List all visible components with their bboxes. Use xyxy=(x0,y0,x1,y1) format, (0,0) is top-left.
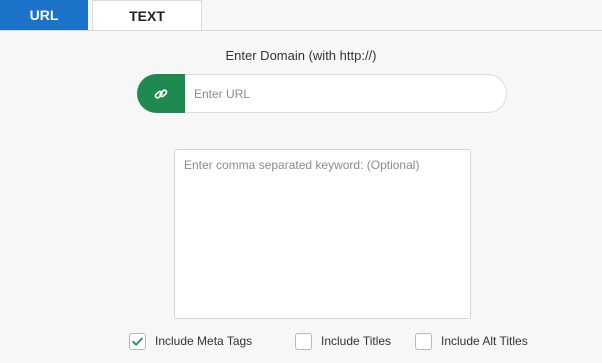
include-alt-titles-label: Include Alt Titles xyxy=(441,334,528,348)
include-meta-tags-checkbox[interactable] xyxy=(129,332,146,350)
url-link-button[interactable] xyxy=(137,74,185,113)
checkmark-icon xyxy=(132,337,143,346)
tab-url[interactable]: URL xyxy=(0,0,88,30)
tab-text[interactable]: TEXT xyxy=(92,0,202,30)
include-alt-titles-checkbox[interactable] xyxy=(415,332,432,350)
keyword-textarea[interactable] xyxy=(174,149,471,319)
include-titles-checkbox[interactable] xyxy=(295,332,312,350)
include-meta-tags-option[interactable]: Include Meta Tags xyxy=(129,331,252,351)
include-titles-label: Include Titles xyxy=(321,334,392,348)
include-titles-option[interactable]: Include Titles xyxy=(295,331,391,351)
url-input-group xyxy=(137,74,507,113)
include-meta-tags-label: Include Meta Tags xyxy=(155,334,253,348)
domain-label: Enter Domain (with http://) xyxy=(225,48,377,63)
link-icon xyxy=(154,88,168,99)
url-input[interactable] xyxy=(185,74,507,113)
tab-bar: URL TEXT xyxy=(0,0,602,31)
include-alt-titles-option[interactable]: Include Alt Titles xyxy=(415,331,528,351)
